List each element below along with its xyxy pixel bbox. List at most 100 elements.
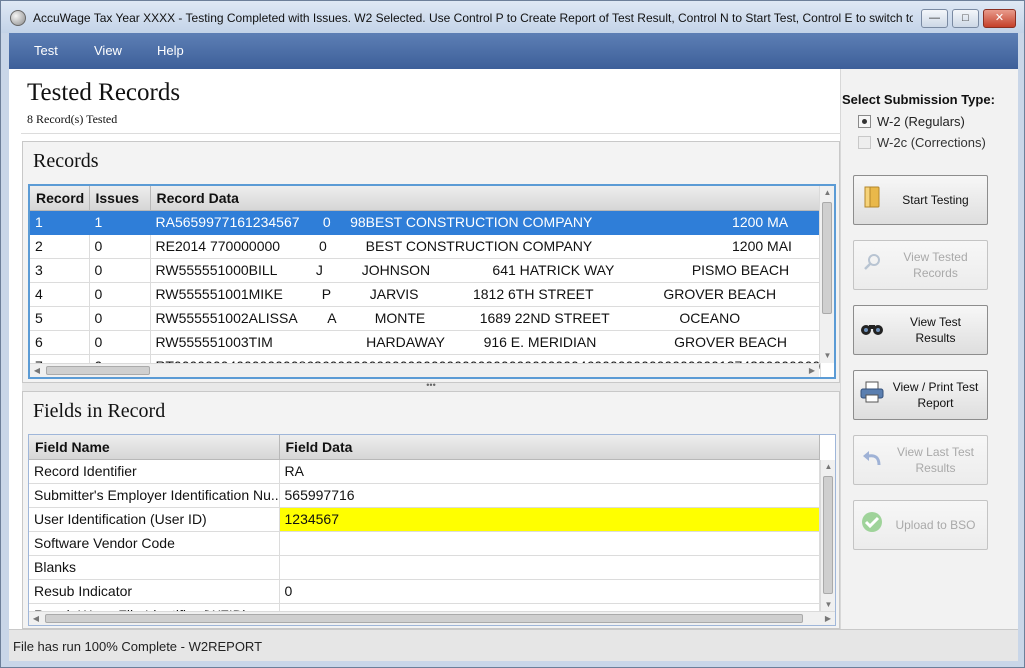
- fields-panel: Fields in Record Field Name Field Data R…: [22, 391, 840, 629]
- record-row[interactable]: 1 1 RA5659977161234567 0 98BEST CONSTRUC…: [30, 210, 821, 235]
- start-testing-button[interactable]: Start Testing: [853, 175, 988, 225]
- scroll-down-icon[interactable]: ▼: [821, 598, 835, 612]
- record-row[interactable]: 3 0 RW555551000BILL J JOHNSON 641 HATRIC…: [30, 258, 821, 283]
- scroll-right-icon[interactable]: ▶: [805, 364, 819, 377]
- record-number: 3: [30, 258, 90, 283]
- app-window: AccuWage Tax Year XXXX - Testing Complet…: [0, 0, 1025, 668]
- field-name: Resub Indicator: [29, 579, 280, 604]
- folder-icon: [854, 185, 890, 215]
- printer-icon: [854, 381, 890, 409]
- field-value: [279, 555, 820, 580]
- upload-bso-button[interactable]: Upload to BSO: [853, 500, 988, 550]
- scroll-thumb[interactable]: [46, 366, 150, 375]
- view-print-report-button[interactable]: View / Print Test Report: [853, 370, 988, 420]
- fields-table[interactable]: Field Name Field Data Record Identifier …: [28, 434, 836, 626]
- field-row[interactable]: Resub Indicator 0: [29, 579, 820, 604]
- column-header-record-data[interactable]: Record Data: [150, 186, 821, 211]
- field-name: Record Identifier: [29, 459, 280, 484]
- scroll-thumb[interactable]: [822, 202, 832, 314]
- field-value-error: 1234567: [279, 507, 820, 532]
- field-row[interactable]: Submitter's Employer Identification Nu..…: [29, 483, 820, 508]
- records-heading: Records: [33, 150, 99, 172]
- record-data: RA5659977161234567 0 98BEST CONSTRUCTION…: [150, 210, 821, 235]
- scroll-thumb[interactable]: [823, 476, 833, 594]
- radio-w2c[interactable]: W-2c (Corrections): [858, 135, 986, 150]
- checkmark-icon: [854, 511, 890, 539]
- header-divider: [21, 133, 841, 134]
- record-data: RW555551003TIM HARDAWAY 916 E. MERIDIAN …: [150, 330, 821, 355]
- field-name: Submitter's Employer Identification Nu..…: [29, 483, 280, 508]
- maximize-button[interactable]: □: [952, 9, 979, 28]
- record-data: RW555551000BILL J JOHNSON 641 HATRICK WA…: [150, 258, 821, 283]
- records-header-row: Record Issues Record Data: [30, 186, 821, 211]
- field-value: 0: [279, 579, 820, 604]
- fields-header-row: Field Name Field Data: [29, 435, 820, 460]
- record-row[interactable]: 5 0 RW555551002ALISSA A MONTE 1689 22ND …: [30, 306, 821, 331]
- app-icon: [10, 10, 26, 26]
- fields-heading: Fields in Record: [33, 400, 166, 422]
- record-issues: 0: [89, 282, 151, 307]
- title-bar: AccuWage Tax Year XXXX - Testing Complet…: [1, 1, 1024, 33]
- field-value: RA: [279, 459, 820, 484]
- records-table[interactable]: Record Issues Record Data 1 1 RA56599771…: [28, 184, 836, 379]
- record-issues: 0: [89, 306, 151, 331]
- radio-w2[interactable]: W-2 (Regulars): [858, 114, 965, 129]
- view-test-results-button[interactable]: View Test Results: [853, 305, 988, 355]
- status-text: File has run 100% Complete - W2REPORT: [13, 639, 263, 654]
- field-row[interactable]: Software Vendor Code: [29, 531, 820, 556]
- field-row[interactable]: Record Identifier RA: [29, 459, 820, 484]
- status-bar: File has run 100% Complete - W2REPORT: [9, 629, 1018, 661]
- column-header-field-name[interactable]: Field Name: [29, 435, 280, 460]
- page-title: Tested Records: [27, 79, 181, 106]
- menu-view[interactable]: View: [94, 43, 122, 58]
- records-horizontal-scrollbar[interactable]: ◀ ▶: [30, 363, 819, 377]
- scroll-down-icon[interactable]: ▼: [820, 349, 834, 363]
- scroll-thumb[interactable]: [45, 614, 803, 623]
- upload-bso-label: Upload to BSO: [895, 518, 976, 532]
- record-issues: 0: [89, 258, 151, 283]
- fields-table-body: Field Name Field Data Record Identifier …: [29, 435, 820, 625]
- radio-unselected-icon[interactable]: [858, 136, 871, 149]
- minimize-button[interactable]: —: [921, 9, 948, 28]
- undo-arrow-icon: [854, 447, 890, 473]
- radio-w2-label: W-2 (Regulars): [877, 114, 965, 129]
- menu-help[interactable]: Help: [157, 43, 184, 58]
- record-number: 6: [30, 330, 90, 355]
- view-test-results-label: View Test Results: [910, 315, 961, 345]
- record-row[interactable]: 4 0 RW555551001MIKE P JARVIS 1812 6TH ST…: [30, 282, 821, 307]
- menu-test[interactable]: Test: [34, 43, 58, 58]
- record-issues: 0: [89, 330, 151, 355]
- column-header-record[interactable]: Record: [30, 186, 90, 211]
- field-row[interactable]: User Identification (User ID) 1234567: [29, 507, 820, 532]
- scroll-left-icon[interactable]: ◀: [29, 612, 43, 625]
- scroll-left-icon[interactable]: ◀: [30, 364, 44, 377]
- fields-vertical-scrollbar[interactable]: ▲ ▼: [820, 460, 835, 612]
- action-pane: Select Submission Type: W-2 (Regulars) W…: [842, 69, 1018, 629]
- start-testing-label: Start Testing: [902, 193, 969, 207]
- field-row[interactable]: Blanks: [29, 555, 820, 580]
- magnifier-icon: [854, 252, 890, 278]
- record-row[interactable]: 2 0 RE2014 770000000 0 BEST CONSTRUCTION…: [30, 234, 821, 259]
- record-issues: 0: [89, 234, 151, 259]
- fields-horizontal-scrollbar[interactable]: ◀ ▶: [29, 611, 835, 625]
- records-vertical-scrollbar[interactable]: ▲ ▼: [819, 186, 834, 363]
- scroll-up-icon[interactable]: ▲: [821, 460, 835, 474]
- record-row[interactable]: 6 0 RW555551003TIM HARDAWAY 916 E. MERID…: [30, 330, 821, 355]
- record-data: RW555551001MIKE P JARVIS 1812 6TH STREET…: [150, 282, 821, 307]
- close-button[interactable]: ✕: [983, 9, 1016, 28]
- record-count: 8 Record(s) Tested: [27, 112, 118, 126]
- column-header-issues[interactable]: Issues: [89, 186, 151, 211]
- view-tested-records-label: View Tested Records: [903, 250, 968, 280]
- view-last-results-button[interactable]: View Last Test Results: [853, 435, 988, 485]
- pane-splitter[interactable]: •••: [22, 381, 840, 391]
- window-title: AccuWage Tax Year XXXX - Testing Complet…: [33, 11, 913, 25]
- scroll-up-icon[interactable]: ▲: [820, 186, 834, 200]
- field-name: Software Vendor Code: [29, 531, 280, 556]
- view-tested-records-button[interactable]: View Tested Records: [853, 240, 988, 290]
- record-number: 2: [30, 234, 90, 259]
- radio-selected-icon[interactable]: [858, 115, 871, 128]
- submission-type-label: Select Submission Type:: [842, 92, 995, 107]
- scroll-right-icon[interactable]: ▶: [821, 612, 835, 625]
- main-content: Tested Records 8 Record(s) Tested Record…: [9, 69, 1018, 629]
- column-header-field-data[interactable]: Field Data: [279, 435, 820, 460]
